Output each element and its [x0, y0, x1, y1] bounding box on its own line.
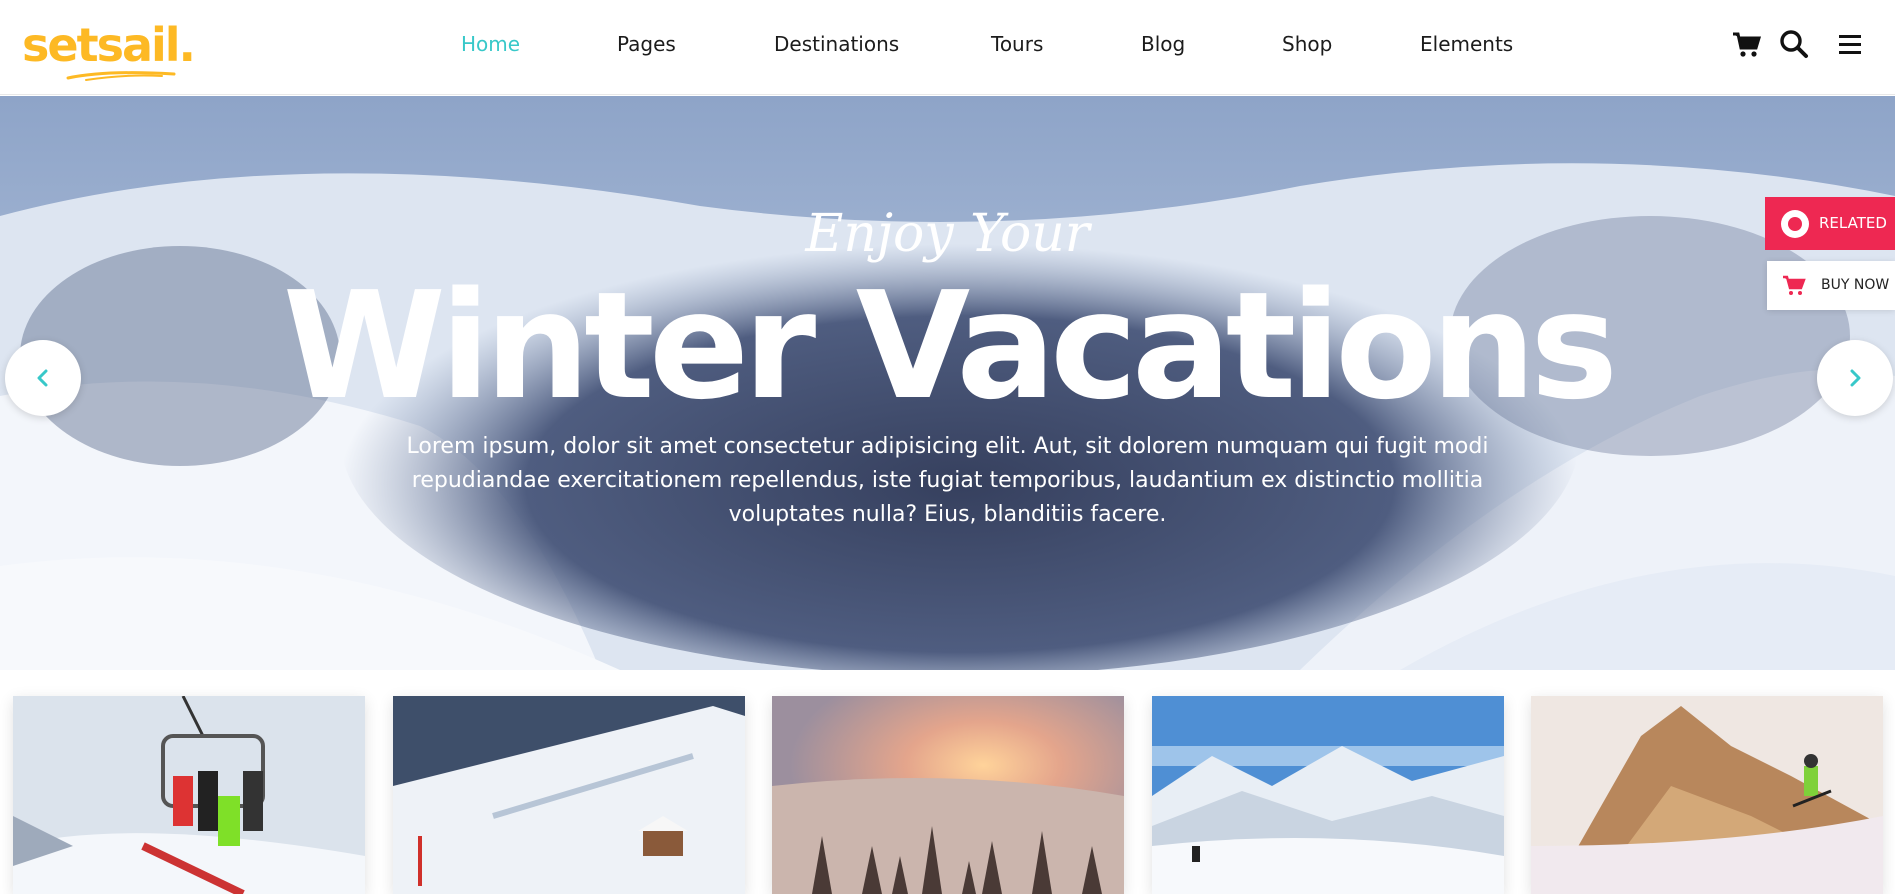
destination-card[interactable]	[393, 696, 745, 894]
hero-kicker: Enjoy Your	[805, 204, 1090, 264]
nav-home[interactable]: Home	[461, 26, 520, 62]
next-slide-button[interactable]	[1817, 340, 1893, 416]
site-header: setsail. Home Pages Destinations Tours B…	[0, 0, 1895, 95]
chevron-left-icon	[37, 369, 48, 387]
prev-slide-button[interactable]	[5, 340, 81, 416]
search-icon[interactable]	[1778, 28, 1810, 60]
card-image-alpine-valley	[1152, 696, 1504, 894]
card-image-mountain-lodge	[393, 696, 745, 894]
nav-shop[interactable]: Shop	[1282, 26, 1332, 62]
logo[interactable]: setsail.	[22, 14, 196, 81]
chevron-right-icon	[1850, 369, 1861, 387]
card-image-skier-mountain	[1531, 696, 1883, 894]
destination-card[interactable]	[13, 696, 365, 894]
destination-card[interactable]	[1531, 696, 1883, 894]
nav-tours[interactable]: Tours	[991, 26, 1043, 62]
card-image-sunset-forest	[772, 696, 1124, 894]
logo-swash	[66, 71, 176, 81]
nav-blog[interactable]: Blog	[1141, 26, 1185, 62]
buy-now-button[interactable]: BUY NOW	[1767, 261, 1895, 310]
destination-card[interactable]	[1152, 696, 1504, 894]
cart-icon[interactable]	[1731, 28, 1763, 60]
related-label: RELATED	[1819, 214, 1887, 232]
related-icon	[1781, 210, 1809, 238]
nav-elements[interactable]: Elements	[1420, 26, 1513, 62]
buy-now-label: BUY NOW	[1821, 277, 1890, 293]
cart-icon	[1783, 275, 1806, 295]
related-button[interactable]: RELATED	[1765, 197, 1895, 250]
menu-icon[interactable]	[1834, 28, 1866, 60]
card-image-chairlift	[13, 696, 365, 894]
nav-destinations[interactable]: Destinations	[774, 26, 899, 62]
nav-pages[interactable]: Pages	[617, 26, 676, 62]
hero-title: Winter Vacations	[282, 260, 1619, 432]
hero-description: Lorem ipsum, dolor sit amet consectetur …	[406, 434, 1489, 527]
logo-text: setsail.	[22, 18, 196, 72]
hero-slider: Enjoy Your Winter Vacations Lorem ipsum,…	[0, 96, 1895, 670]
destination-card[interactable]	[772, 696, 1124, 894]
